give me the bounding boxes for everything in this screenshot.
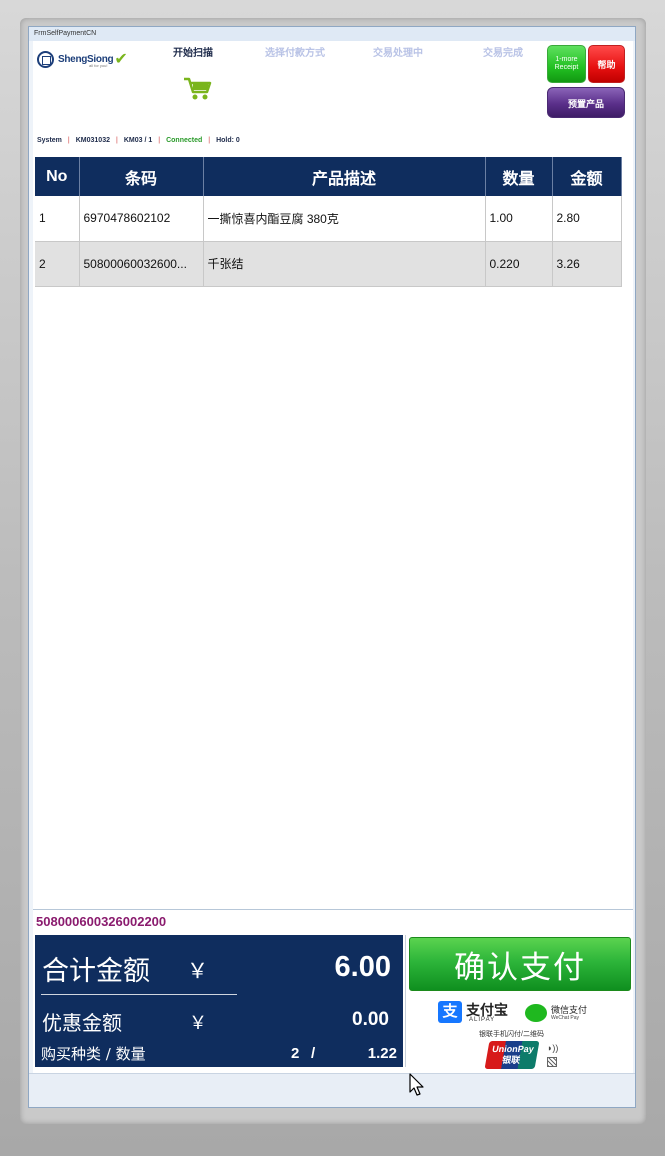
status-lane: KM03 / 1 (124, 137, 152, 144)
step-complete: 交易完成 (483, 48, 523, 59)
status-hold: Hold: 0 (216, 137, 240, 144)
status-separator: | (67, 137, 70, 144)
totals-panel: 合计金额 ￥ 6.00 优惠金额 ￥ 0.00 购买种类 / 数量 2 / 1.… (35, 935, 403, 1067)
payment-methods: 支 支付宝 ALIPAY 微信支付 WeChat Pay 银联手机闪付/二维码 … (409, 997, 631, 1073)
status-separator: | (208, 137, 211, 144)
window-title: FrmSelfPaymentCN (29, 27, 635, 41)
table-row[interactable]: 2 50800060032600... 千张结 0.220 3.26 (35, 241, 622, 287)
shengsiong-logo: ShengSiong ✔ (37, 51, 128, 68)
column-header-barcode[interactable]: 条码 (79, 157, 204, 196)
wechat-pay-icon (525, 1004, 547, 1022)
status-bar: System | KM031032 | KM03 / 1 | Connected… (37, 137, 240, 144)
nfc-icon: ◗)) (547, 1043, 559, 1053)
column-header-description[interactable]: 产品描述 (203, 157, 486, 196)
status-separator: | (158, 137, 161, 144)
unionpay-line2: 银联 (501, 1054, 522, 1065)
preset-products-button[interactable]: 预置产品 (547, 87, 625, 118)
unionpay-qr-caption: 银联手机闪付/二维码 (479, 1031, 544, 1038)
item-total-quantity: 1.22 (367, 1045, 397, 1062)
column-header-no[interactable]: No (35, 157, 80, 196)
status-lane-slash: / (144, 137, 147, 144)
status-lane-id: KM03 (123, 137, 143, 144)
cell-no: 1 (35, 196, 80, 242)
checkmark-icon: ✔ (114, 50, 128, 68)
cell-amount: 2.80 (552, 196, 622, 242)
bottom-strip (29, 1073, 635, 1107)
discount-value: 0.00 (352, 1009, 389, 1030)
cell-description: 一撕惊喜内酯豆腐 380克 (203, 196, 486, 242)
kiosk-screen: FrmSelfPaymentCN ShengSiong ✔ all for yo… (28, 26, 636, 1108)
total-amount-label: 合计金额 (42, 956, 150, 987)
status-lane-no: 1 (148, 137, 153, 144)
currency-symbol: ￥ (187, 959, 208, 983)
one-more-receipt-button[interactable]: 1-more Receipt (547, 45, 586, 83)
discount-label: 优惠金额 (42, 1011, 122, 1035)
status-terminal: KM031032 (75, 137, 110, 144)
status-connection: Connected (166, 137, 203, 144)
cell-barcode: 50800060032600... (79, 241, 204, 287)
totals-divider (41, 994, 237, 995)
panel-divider (405, 935, 406, 1067)
wechat-pay-subtitle: WeChat Pay (551, 1015, 579, 1021)
alipay-subtitle: ALIPAY (469, 1017, 496, 1023)
alipay-icon: 支 (438, 1001, 462, 1023)
cell-description: 千张结 (203, 241, 486, 287)
cell-no: 2 (35, 241, 80, 287)
table-header-row: No 条码 产品描述 数量 金额 (35, 157, 622, 196)
status-separator: | (115, 137, 118, 144)
logo-tagline: all for you! (89, 63, 108, 68)
status-system: System (37, 137, 62, 144)
shengsiong-emblem-icon (37, 51, 54, 68)
help-button[interactable]: 帮助 (588, 45, 625, 83)
cell-quantity: 1.00 (485, 196, 553, 242)
currency-symbol: ￥ (189, 1013, 207, 1034)
receipt-button-line1: 1-more (555, 56, 578, 63)
receipt-button-line2: Receipt (554, 64, 579, 72)
scanned-barcode: 508000600326002200 (36, 914, 167, 929)
cell-amount: 3.26 (552, 241, 622, 287)
qr-code-icon (547, 1057, 557, 1067)
cell-barcode: 6970478602102 (79, 196, 204, 242)
step-start-scan: 开始扫描 (173, 48, 213, 59)
kinds-quantity-separator: / (311, 1045, 316, 1062)
column-header-amount[interactable]: 金额 (552, 157, 622, 196)
unionpay-icon: UnionPay 银联 (484, 1041, 540, 1069)
step-select-payment: 选择付款方式 (265, 48, 325, 59)
barcode-input-area[interactable]: 508000600326002200 (33, 909, 633, 933)
table-row[interactable]: 1 6970478602102 一撕惊喜内酯豆腐 380克 1.00 2.80 (35, 196, 622, 242)
mouse-pointer-icon (409, 1073, 424, 1096)
unionpay-line1: UnionPay (491, 1044, 535, 1054)
column-header-quantity[interactable]: 数量 (485, 157, 553, 196)
confirm-payment-button[interactable]: 确认支付 (409, 937, 631, 991)
cell-quantity: 0.220 (485, 241, 553, 287)
step-processing: 交易处理中 (373, 48, 423, 59)
self-payment-app: ShengSiong ✔ all for you! 开始扫描 选择付款方式 交易… (33, 41, 633, 1091)
items-table: No 条码 产品描述 数量 金额 1 6970478602102 一撕惊喜内酯豆… (35, 157, 622, 287)
item-kinds-count: 2 (291, 1045, 300, 1062)
total-amount-value: 6.00 (334, 951, 391, 983)
item-kinds-quantity-label: 购买种类 / 数量 (41, 1045, 146, 1063)
shopping-cart-icon (184, 77, 212, 100)
